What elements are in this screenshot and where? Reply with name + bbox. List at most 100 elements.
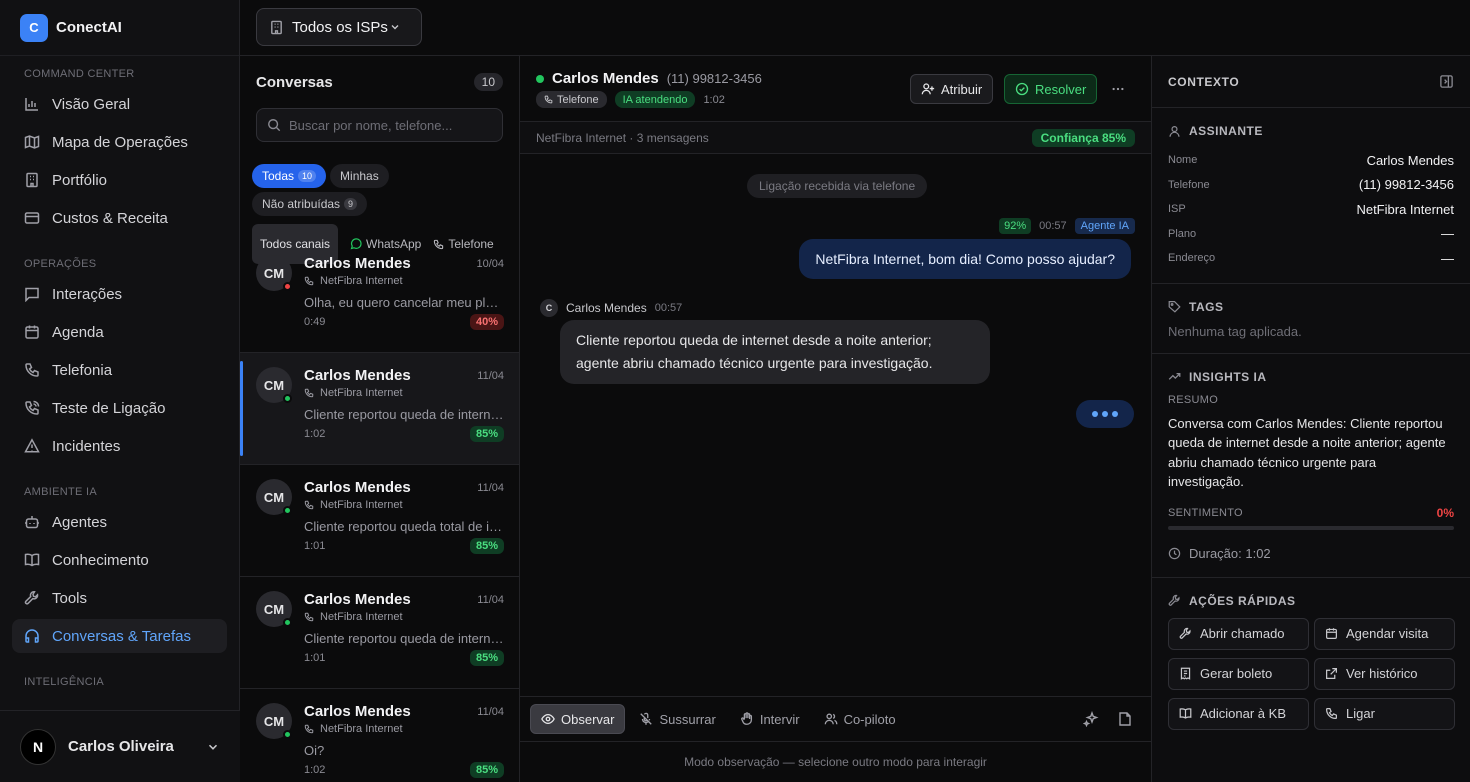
collapse-panel-icon[interactable] bbox=[1439, 74, 1454, 89]
confidence-badge: Confiança 85% bbox=[1031, 128, 1135, 147]
sidebar: C ConectAI COMMAND CENTER Visão Geral Ma… bbox=[0, 0, 240, 782]
quick-actions-section: AÇÕES RÁPIDAS Abrir chamado Agendar visi… bbox=[1152, 578, 1470, 746]
contact-name: Carlos Mendes bbox=[304, 591, 411, 608]
brand[interactable]: C ConectAI bbox=[0, 0, 239, 56]
sidebar-item-tools[interactable]: Tools bbox=[12, 581, 227, 615]
headphones-icon bbox=[25, 629, 39, 643]
filter-unassigned[interactable]: Não atribuídas 9 bbox=[252, 192, 368, 216]
mode-hint: Modo observação — selecione outro modo p… bbox=[520, 741, 1151, 782]
phone-icon bbox=[544, 95, 553, 104]
brand-logo: C bbox=[20, 13, 48, 42]
nav-section-title: COMMAND CENTER bbox=[24, 68, 135, 80]
summary-label: RESUMO bbox=[1168, 393, 1219, 406]
section-title: INSIGHTS IA bbox=[1189, 369, 1267, 384]
chat-subheader: NetFibra Internet · 3 mensagens Confianç… bbox=[520, 122, 1151, 154]
users-icon bbox=[824, 713, 837, 725]
notes-icon[interactable] bbox=[1117, 711, 1133, 727]
avatar: N bbox=[20, 728, 56, 765]
mode-observe-button[interactable]: Observar bbox=[530, 704, 626, 734]
generate-invoice-button[interactable]: Gerar boleto bbox=[1168, 657, 1309, 690]
isp-select[interactable]: Todos os ISPs bbox=[256, 8, 422, 46]
tag-icon bbox=[1168, 301, 1181, 313]
phone-icon bbox=[304, 388, 314, 398]
message-preview: Cliente reportou queda de internet desde… bbox=[304, 407, 504, 422]
sidebar-item-telefonia[interactable]: Telefonia bbox=[12, 353, 227, 387]
app: C ConectAI COMMAND CENTER Visão Geral Ma… bbox=[0, 0, 1470, 782]
mode-whisper-button[interactable]: Sussurrar bbox=[629, 704, 725, 734]
message-square-icon bbox=[25, 287, 39, 302]
field-value: NetFibra Internet bbox=[1356, 201, 1454, 217]
isp-name: NetFibra Internet bbox=[320, 499, 403, 511]
open-ticket-button[interactable]: Abrir chamado bbox=[1168, 617, 1309, 650]
filter-mine[interactable]: Minhas bbox=[330, 164, 389, 188]
message-preview: Cliente reportou queda de internet desde… bbox=[304, 631, 504, 646]
status-dot bbox=[283, 730, 292, 739]
sidebar-item-custos[interactable]: Custos & Receita bbox=[12, 201, 227, 235]
trending-up-icon bbox=[1168, 373, 1181, 380]
user-name: Carlos Oliveira bbox=[68, 738, 174, 755]
list-item[interactable]: CM Carlos Mendes 11/04 NetFibra Internet … bbox=[240, 689, 519, 782]
list-item[interactable]: CM Carlos Mendes 10/04 NetFibra Internet … bbox=[240, 241, 519, 353]
sidebar-item-agenda[interactable]: Agenda bbox=[12, 315, 227, 349]
sentiment-bar bbox=[1168, 525, 1454, 530]
sparkles-icon[interactable] bbox=[1083, 711, 1099, 727]
sidebar-item-interacoes[interactable]: Interações bbox=[12, 277, 227, 311]
field-value: — bbox=[1441, 250, 1454, 266]
mode-intervene-button[interactable]: Intervir bbox=[730, 704, 810, 734]
context-header: CONTEXTO bbox=[1152, 56, 1470, 108]
assign-button[interactable]: Atribuir bbox=[910, 74, 994, 104]
list-item[interactable]: CM Carlos Mendes 11/04 NetFibra Internet … bbox=[240, 465, 519, 577]
mode-copilot-button[interactable]: Co-piloto bbox=[814, 704, 906, 734]
chat-contact-phone: (11) 99812-3456 bbox=[666, 71, 762, 86]
message-author: Carlos Mendes bbox=[566, 301, 647, 315]
sentiment-value: 0% bbox=[1436, 505, 1454, 520]
sidebar-item-teste-ligacao[interactable]: Teste de Ligação bbox=[12, 391, 227, 425]
sidebar-item-conhecimento[interactable]: Conhecimento bbox=[12, 543, 227, 577]
sidebar-item-conversas-tarefas[interactable]: Conversas & Tarefas bbox=[12, 619, 227, 653]
section-title: AÇÕES RÁPIDAS bbox=[1189, 593, 1296, 608]
sidebar-item-label: Conhecimento bbox=[52, 551, 149, 569]
isp-select-value: Todos os ISPs bbox=[292, 18, 388, 36]
search-input[interactable]: Buscar por nome, telefone... bbox=[256, 108, 503, 142]
status-dot bbox=[283, 506, 292, 515]
schedule-visit-button[interactable]: Agendar visita bbox=[1314, 617, 1455, 650]
add-to-kb-button[interactable]: Adicionar à KB bbox=[1168, 697, 1309, 730]
wrench-icon bbox=[24, 591, 39, 605]
isp-name: NetFibra Internet bbox=[320, 387, 403, 399]
sidebar-item-agentes[interactable]: Agentes bbox=[12, 505, 227, 539]
conversation-date: 11/04 bbox=[477, 593, 504, 606]
call-button[interactable]: Ligar bbox=[1314, 697, 1455, 730]
nav-section-title: INTELIGÊNCIA bbox=[24, 676, 105, 688]
sidebar-item-label: Interações bbox=[52, 285, 123, 303]
sidebar-item-label: Incidentes bbox=[52, 437, 121, 455]
conversation-date: 11/04 bbox=[477, 705, 504, 718]
list-item[interactable]: CM Carlos Mendes 11/04 NetFibra Internet … bbox=[240, 577, 519, 689]
list-item[interactable]: CM Carlos Mendes 11/04 NetFibra Internet … bbox=[240, 353, 519, 465]
sidebar-item-portfolio[interactable]: Portfólio bbox=[12, 163, 227, 197]
confidence-badge: 40% bbox=[469, 314, 504, 330]
sidebar-item-incidentes[interactable]: Incidentes bbox=[12, 429, 227, 463]
agent-message-meta: 92% 00:57 Agente IA bbox=[999, 218, 1135, 234]
user-menu[interactable]: N Carlos Oliveira bbox=[0, 710, 240, 782]
call-duration: 1:02 bbox=[703, 93, 725, 106]
filter-count: 10 bbox=[298, 170, 317, 182]
user-icon bbox=[1169, 125, 1180, 137]
view-history-button[interactable]: Ver histórico bbox=[1314, 657, 1455, 690]
context-title: CONTEXTO bbox=[1168, 74, 1240, 89]
sidebar-item-visao-geral[interactable]: Visão Geral bbox=[12, 87, 227, 121]
book-icon bbox=[24, 553, 40, 567]
building-icon bbox=[26, 172, 38, 188]
message-preview: Cliente reportou queda total de internet bbox=[304, 519, 504, 534]
sidebar-item-label: Portfólio bbox=[52, 171, 108, 189]
confidence-badge: 85% bbox=[469, 762, 504, 778]
more-options-icon[interactable] bbox=[1110, 78, 1132, 100]
conversation-date: 11/04 bbox=[477, 481, 504, 494]
resolve-button[interactable]: Resolver bbox=[1004, 74, 1098, 104]
phone-icon bbox=[304, 500, 314, 510]
book-icon bbox=[1179, 708, 1192, 719]
sidebar-item-mapa[interactable]: Mapa de Operações bbox=[12, 125, 227, 159]
field-label: Nome bbox=[1168, 154, 1198, 167]
message-time: 00:57 bbox=[1039, 220, 1067, 232]
filter-all[interactable]: Todas 10 bbox=[252, 164, 327, 188]
conversation-date: 10/04 bbox=[476, 257, 504, 270]
